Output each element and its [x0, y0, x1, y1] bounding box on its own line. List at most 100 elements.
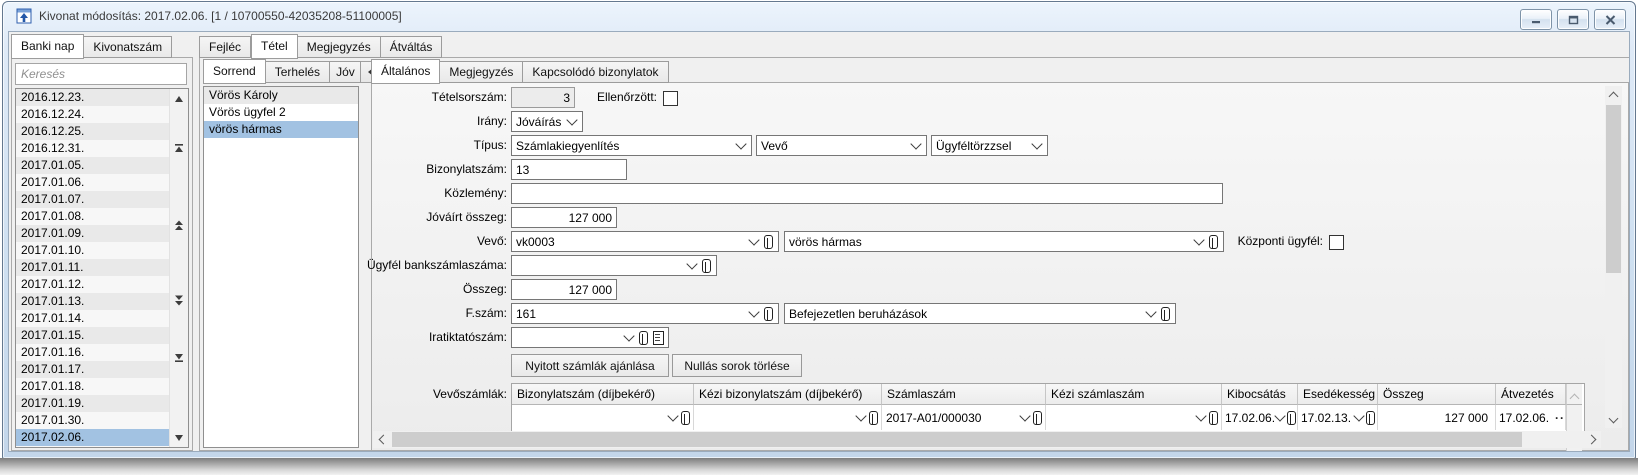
- bank-day-row[interactable]: 2017.01.30.: [16, 412, 170, 429]
- bank-day-row[interactable]: 2017.01.08.: [16, 208, 170, 225]
- chevron-down-icon[interactable]: [748, 305, 760, 318]
- attachment-icon[interactable]: [681, 410, 690, 425]
- bankszamla-combo[interactable]: [511, 255, 717, 276]
- cell-atvezetes[interactable]: 17.02.06. ···: [1496, 405, 1566, 430]
- bank-day-row[interactable]: 2017.01.16.: [16, 344, 170, 361]
- chevron-down-icon[interactable]: [667, 409, 679, 422]
- jovairt-osszeg-field[interactable]: [511, 207, 617, 228]
- search-input[interactable]: [15, 63, 187, 85]
- tab-banki-nap[interactable]: Banki nap: [11, 34, 85, 59]
- scroll-up-button[interactable]: [1605, 86, 1622, 103]
- bank-day-row[interactable]: 2016.12.23.: [16, 89, 170, 106]
- scroll-first-icon[interactable]: [172, 141, 186, 154]
- bank-day-row[interactable]: 2017.01.07.: [16, 191, 170, 208]
- bank-day-row[interactable]: 2017.01.11.: [16, 259, 170, 276]
- item-row[interactable]: Vörös Károly: [204, 87, 358, 104]
- nyitott-szamlak-button[interactable]: Nyitott számlák ajánlása: [511, 354, 669, 377]
- tab-fejlec[interactable]: Fejléc: [199, 36, 252, 58]
- vevo-kod-combo[interactable]: vk0003: [511, 231, 779, 252]
- attachment-icon[interactable]: [869, 410, 878, 425]
- cell-kibocsatas-combo[interactable]: 17.02.06.: [1222, 405, 1298, 430]
- bank-day-row[interactable]: 2017.01.06.: [16, 174, 170, 191]
- tab-atvaltas[interactable]: Átváltás: [380, 36, 443, 58]
- attachment-icon[interactable]: [764, 306, 773, 321]
- bank-day-row[interactable]: 2017.01.17.: [16, 361, 170, 378]
- tab-tetel[interactable]: Tétel: [251, 34, 298, 59]
- chevron-down-icon[interactable]: [748, 233, 760, 246]
- vertical-scroll-thumb[interactable]: [1606, 105, 1621, 273]
- attachment-icon[interactable]: [1209, 410, 1218, 425]
- more-button[interactable]: ···: [1555, 411, 1565, 425]
- chevron-down-icon[interactable]: [1274, 409, 1286, 422]
- restore-button[interactable]: [1557, 9, 1589, 30]
- bank-day-row[interactable]: 2017.01.14.: [16, 310, 170, 327]
- bank-day-row[interactable]: 2016.12.31.: [16, 140, 170, 157]
- attachment-icon[interactable]: [764, 234, 773, 249]
- chevron-down-icon[interactable]: [1195, 409, 1207, 422]
- chevron-down-icon[interactable]: [566, 113, 578, 126]
- bank-day-row[interactable]: 2017.02.06.: [16, 429, 170, 446]
- scroll-up-icon[interactable]: [172, 92, 186, 105]
- document-list-icon[interactable]: [653, 330, 664, 345]
- minimize-button[interactable]: [1520, 9, 1552, 30]
- bank-day-row[interactable]: 2017.01.15.: [16, 327, 170, 344]
- nullas-sorok-button[interactable]: Nullás sorok törlése: [672, 354, 802, 377]
- cell-osszeg[interactable]: 127 000: [1378, 405, 1496, 430]
- kozlemeny-field[interactable]: [511, 183, 1223, 204]
- tab-jovairas-clipped[interactable]: Jóv: [330, 61, 362, 83]
- chevron-down-icon[interactable]: [1031, 137, 1043, 150]
- scroll-page-up-icon[interactable]: [172, 219, 186, 232]
- bank-day-row[interactable]: 2017.01.09.: [16, 225, 170, 242]
- cell-kezi-szamlaszam-combo[interactable]: [1046, 405, 1222, 430]
- chevron-down-icon[interactable]: [1145, 305, 1157, 318]
- bank-day-row[interactable]: 2016.12.24.: [16, 106, 170, 123]
- tab-megjegyzes[interactable]: Megjegyzés: [297, 36, 381, 58]
- bank-day-row[interactable]: 2017.01.12.: [16, 276, 170, 293]
- scroll-page-down-icon[interactable]: [172, 294, 186, 307]
- scroll-right-button[interactable]: [1584, 431, 1601, 448]
- attachment-icon[interactable]: [639, 330, 648, 345]
- scroll-down-button[interactable]: [1605, 411, 1622, 428]
- cell-kezi-bizonylatszam-combo[interactable]: [694, 405, 882, 430]
- cell-esedekesseg-combo[interactable]: 17.02.13.: [1298, 405, 1378, 430]
- detail-horizontal-scrollbar[interactable]: [373, 431, 1601, 448]
- cell-bizonylatszam-combo[interactable]: [512, 405, 694, 430]
- tipus-combo-2[interactable]: Vevő: [756, 135, 927, 156]
- detail-vertical-scrollbar[interactable]: [1605, 86, 1622, 428]
- attachment-icon[interactable]: [1033, 410, 1042, 425]
- attachment-icon[interactable]: [1161, 306, 1170, 321]
- cell-szamlaszam-combo[interactable]: 2017-A01/000030: [882, 405, 1046, 430]
- chevron-down-icon[interactable]: [686, 257, 698, 270]
- bank-day-row[interactable]: 2017.01.05.: [16, 157, 170, 174]
- tab-sorrend[interactable]: Sorrend: [203, 59, 266, 84]
- chevron-down-icon[interactable]: [1353, 409, 1365, 422]
- bizonylatszam-field[interactable]: [511, 159, 627, 180]
- bank-day-row[interactable]: 2017.01.13.: [16, 293, 170, 310]
- chevron-down-icon[interactable]: [1019, 409, 1031, 422]
- tab-megjegyzes-detail[interactable]: Megjegyzés: [440, 61, 524, 83]
- chevron-down-icon[interactable]: [910, 137, 922, 150]
- fszam-kod-combo[interactable]: 161: [511, 303, 779, 324]
- osszeg-field[interactable]: [511, 279, 617, 300]
- chevron-down-icon[interactable]: [735, 137, 747, 150]
- tipus-combo-3[interactable]: Ügyféltörzzsel: [931, 135, 1048, 156]
- attachment-icon[interactable]: [702, 258, 711, 273]
- tipus-combo-1[interactable]: Számlakiegyenlítés: [511, 135, 752, 156]
- item-row[interactable]: vörös hármas: [204, 121, 358, 138]
- ellenorzott-checkbox[interactable]: [663, 91, 678, 106]
- tab-terheles[interactable]: Terhelés: [265, 61, 331, 83]
- bank-day-row[interactable]: 2016.12.25.: [16, 123, 170, 140]
- close-button[interactable]: [1594, 9, 1626, 30]
- tab-kivonatszam[interactable]: Kivonatszám: [84, 36, 173, 58]
- tab-kapcsolodo-bizonylatok[interactable]: Kapcsolódó bizonylatok: [523, 61, 669, 83]
- item-row[interactable]: Vörös ügyfel 2: [204, 104, 358, 121]
- iratiktatoszam-combo[interactable]: [511, 327, 669, 348]
- kozponti-ugyfel-checkbox[interactable]: [1329, 235, 1344, 250]
- chevron-down-icon[interactable]: [1193, 233, 1205, 246]
- table-scrollbar-top[interactable]: [1566, 384, 1582, 405]
- chevron-down-icon[interactable]: [855, 409, 867, 422]
- bank-day-row[interactable]: 2017.01.19.: [16, 395, 170, 412]
- attachment-icon[interactable]: [1287, 410, 1297, 425]
- bank-day-row[interactable]: 2017.01.10.: [16, 242, 170, 259]
- vevo-nev-combo[interactable]: vörös hármas: [784, 231, 1224, 252]
